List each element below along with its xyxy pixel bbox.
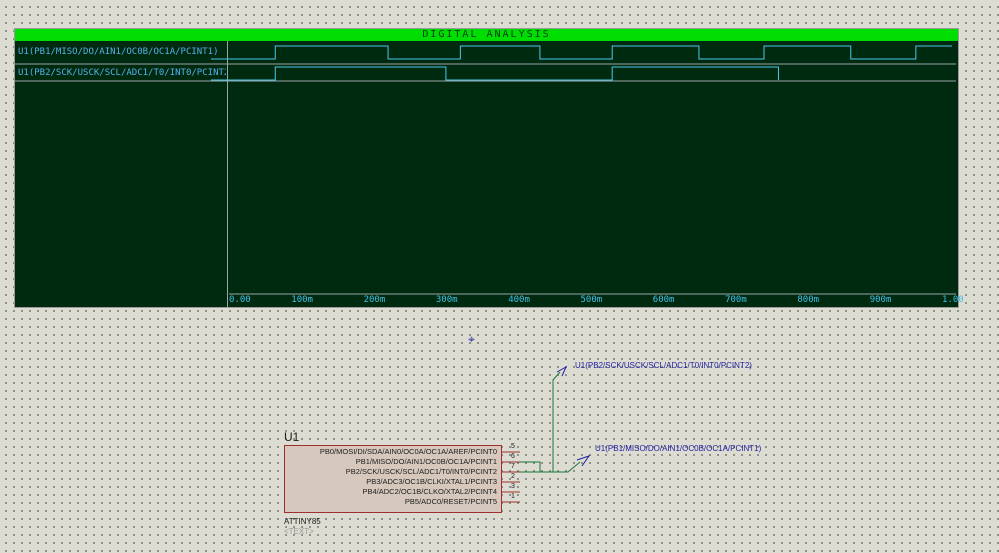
axis-tick-label: 1.00 (942, 295, 964, 305)
chip-reference[interactable]: U1 (284, 430, 299, 444)
axis-tick-label: 100m (291, 295, 313, 305)
chip-pin-number[interactable]: 1 (511, 493, 515, 501)
axis-tick-label: 600m (652, 295, 675, 305)
chip-pin-name: PB5/ADC0/RESET/PCINT5 (404, 497, 497, 506)
digital-analysis-graph[interactable]: DIGITAL ANALYSIS U1(PB1/MISO/DO/AIN1/OC0… (14, 28, 964, 308)
chip-text-placeholder: <TEXT> (284, 527, 314, 536)
origin-marker-icon: ⌖ (468, 332, 475, 346)
axis-tick-label: 0.00 (229, 295, 251, 305)
chip-pin-number[interactable]: 6 (511, 453, 515, 461)
chip-pin-name: PB1/MISO/DO/AIN1/OC0B/OC1A/PCINT1 (355, 457, 497, 466)
axis-tick-label: 300m (435, 295, 458, 305)
probe-label-pb2[interactable]: U1(PB2/SCK/USCK/SCL/ADC1/T0/INT0/PCINT2) (575, 361, 752, 370)
waveform-area[interactable] (15, 29, 958, 307)
chip-pin-number[interactable]: 3 (511, 483, 515, 491)
attiny85-chip[interactable]: PB0/MOSI/DI/SDA/AIN0/OC0A/OC1A/AREF/PCIN… (284, 445, 502, 513)
chip-pin-number[interactable]: 5 (511, 443, 515, 451)
chip-pin-name: PB2/SCK/USCK/SCL/ADC1/T0/INT0/PCINT2 (345, 467, 497, 476)
axis-tick-label: 800m (797, 295, 820, 305)
probe-label-pb1[interactable]: U1(PB1/MISO/DO/AIN1/OC0B/OC1A/PCINT1) (595, 444, 761, 453)
axis-tick-label: 200m (363, 295, 386, 305)
chip-pin-name: PB4/ADC2/OC1B/CLKO/XTAL2/PCINT4 (362, 487, 498, 496)
waveform-trace-0 (211, 45, 952, 60)
axis-tick-label: 500m (580, 295, 603, 305)
axis-tick-label: 700m (725, 295, 747, 305)
chip-pin-number[interactable]: 7 (511, 463, 515, 471)
chip-pin-name: PB3/ADC3/OC1B/CLKI/XTAL1/PCINT3 (366, 477, 497, 486)
axis-tick-label: 900m (869, 295, 892, 305)
chip-value[interactable]: ATTINY85 (284, 517, 321, 526)
waveform-trace-1 (211, 66, 779, 81)
axis-tick-label: 400m (508, 295, 530, 305)
chip-pin-name: PB0/MOSI/DI/SDA/AIN0/OC0A/OC1A/AREF/PCIN… (319, 447, 497, 456)
chip-pin-number[interactable]: 2 (511, 473, 515, 481)
